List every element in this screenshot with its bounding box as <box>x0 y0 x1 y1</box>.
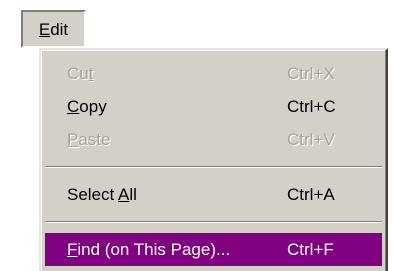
edit-dropdown-menu: Cut Ctrl+X Copy Ctrl+C Paste Ctrl+V Sele… <box>39 48 388 271</box>
menu-item-cut[interactable]: Cut Ctrl+X <box>45 57 382 90</box>
menu-item-shortcut: Ctrl+C <box>287 96 336 116</box>
menu-item-label: Cut <box>67 63 94 83</box>
menu-item-label: Paste <box>67 129 111 149</box>
menu-item-label: Find (on This Page)... <box>67 239 231 259</box>
menu-item-shortcut: Ctrl+F <box>287 239 334 259</box>
menu-item-label: Copy <box>67 96 107 116</box>
edit-menu-label: Edit <box>38 19 69 39</box>
menu-item-select-all[interactable]: Select All Ctrl+A <box>45 178 382 211</box>
menu-item-copy[interactable]: Copy Ctrl+C <box>45 90 382 123</box>
menu-separator <box>45 164 382 170</box>
menu-item-shortcut: Ctrl+A <box>287 184 335 204</box>
menu-item-shortcut: Ctrl+X <box>287 63 335 83</box>
menu-item-label: Select All <box>67 184 137 204</box>
menu-separator <box>45 219 382 225</box>
edit-menu-button[interactable]: Edit <box>21 10 86 48</box>
menu-item-shortcut: Ctrl+V <box>287 129 335 149</box>
menu-item-paste[interactable]: Paste Ctrl+V <box>45 123 382 156</box>
menu-item-find[interactable]: Find (on This Page)... Ctrl+F <box>45 233 382 266</box>
